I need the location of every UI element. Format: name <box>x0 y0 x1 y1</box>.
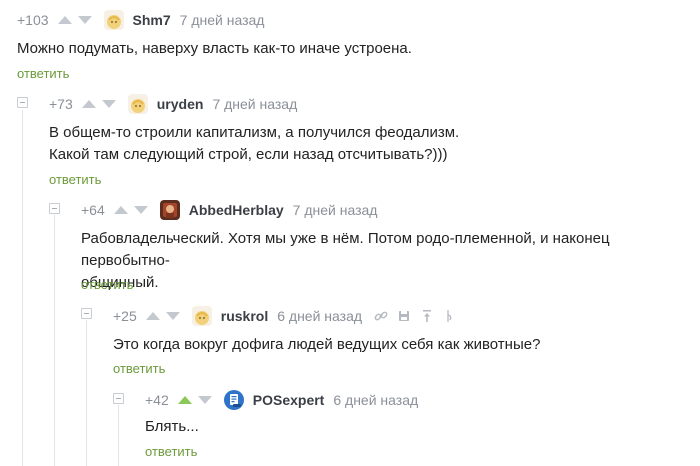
comment-text-line: В общем-то строили капитализм, а получил… <box>49 124 460 141</box>
comment-text: Можно подумать, наверху власть как-то ин… <box>17 38 412 60</box>
comment-rating: +42 <box>145 392 169 408</box>
default-avatar-icon <box>191 306 212 326</box>
comment-username[interactable]: Shm7 <box>133 12 171 28</box>
comment-header: +103 Shm7 7 дней назад <box>17 10 264 30</box>
comment-header: +42 POSexpert 6 дней назад <box>145 390 418 410</box>
comment-rating: +64 <box>81 202 105 218</box>
comment-rating: +103 <box>17 12 49 28</box>
collapse-toggle[interactable] <box>49 203 60 214</box>
comment-text: Это когда вокруг дофига людей ведущих се… <box>113 334 540 356</box>
downvote-icon[interactable] <box>165 312 180 320</box>
thread-line-level-4[interactable] <box>118 405 119 466</box>
upvote-icon[interactable] <box>177 396 192 404</box>
comment-rating: +25 <box>113 308 137 324</box>
comment-rating: +73 <box>49 96 73 112</box>
comment-header: +73 uryden 7 дней назад <box>49 94 297 114</box>
comment-text-line: Можно подумать, наверху власть как-то ин… <box>17 40 412 57</box>
vote-controls <box>113 206 148 214</box>
comment-username[interactable]: uryden <box>157 96 204 112</box>
collapse-toggle[interactable] <box>113 393 124 404</box>
comment-text-line: Блять... <box>145 418 199 435</box>
reply-link[interactable]: ответить <box>113 361 165 376</box>
comment-tools <box>374 309 457 323</box>
comment-date[interactable]: 7 дней назад <box>293 202 378 218</box>
upvote-icon[interactable] <box>57 16 72 24</box>
comment-username[interactable]: ruskrol <box>221 308 268 324</box>
avatar[interactable] <box>191 306 212 326</box>
collapse-toggle[interactable] <box>17 97 28 108</box>
default-avatar-icon <box>127 94 148 114</box>
avatar[interactable] <box>127 94 148 114</box>
vote-controls <box>57 16 92 24</box>
thread-line-level-2[interactable] <box>54 215 55 466</box>
avatar[interactable] <box>103 10 124 30</box>
comment-text-line: Какой там следующий строй, если назад от… <box>49 146 448 163</box>
dna-icon[interactable] <box>443 309 457 323</box>
link-icon[interactable] <box>374 309 388 323</box>
downvote-icon[interactable] <box>197 396 212 404</box>
comment-text-line: Рабовладельческий. Хотя мы уже в нём. По… <box>81 230 610 269</box>
comment-header: +64 AbbedHerblay 7 дней назад <box>81 200 377 220</box>
comment-date[interactable]: 7 дней назад <box>180 12 265 28</box>
comment-username[interactable]: POSexpert <box>253 392 325 408</box>
save-icon[interactable] <box>397 309 411 323</box>
vote-controls <box>81 100 116 108</box>
downvote-icon[interactable] <box>101 100 116 108</box>
comment-text: В общем-то строили капитализм, а получил… <box>49 122 459 166</box>
comment-date[interactable]: 7 дней назад <box>212 96 297 112</box>
collapse-toggle[interactable] <box>81 308 92 319</box>
default-avatar-icon <box>103 10 124 30</box>
reply-link[interactable]: ответить <box>17 66 69 81</box>
avatar[interactable] <box>159 200 180 220</box>
thread-line-level-3[interactable] <box>86 320 87 466</box>
upvote-icon[interactable] <box>81 100 96 108</box>
vote-controls <box>145 312 180 320</box>
comment-date[interactable]: 6 дней назад <box>277 308 362 324</box>
reply-link[interactable]: ответить <box>49 172 101 187</box>
downvote-icon[interactable] <box>133 206 148 214</box>
user-avatar-icon <box>223 390 244 410</box>
comment-text-line: Это когда вокруг дофига людей ведущих се… <box>113 336 541 353</box>
reply-link[interactable]: ответить <box>81 277 133 292</box>
comment-text: Рабовладельческий. Хотя мы уже в нём. По… <box>81 228 700 294</box>
comment-username[interactable]: AbbedHerblay <box>189 202 284 218</box>
comment-text-line: общинный. <box>81 274 159 291</box>
vote-controls <box>177 396 212 404</box>
pin-top-icon[interactable] <box>420 309 434 323</box>
reply-link[interactable]: ответить <box>145 444 197 459</box>
comment-header: +25 ruskrol 6 дней назад <box>113 306 457 326</box>
user-avatar-icon <box>159 200 180 220</box>
downvote-icon[interactable] <box>77 16 92 24</box>
comment-date[interactable]: 6 дней назад <box>333 392 418 408</box>
thread-line-level-1[interactable] <box>22 110 23 466</box>
comment-text: Блять... <box>145 416 199 438</box>
upvote-icon[interactable] <box>145 312 160 320</box>
upvote-icon[interactable] <box>113 206 128 214</box>
avatar[interactable] <box>223 390 244 410</box>
